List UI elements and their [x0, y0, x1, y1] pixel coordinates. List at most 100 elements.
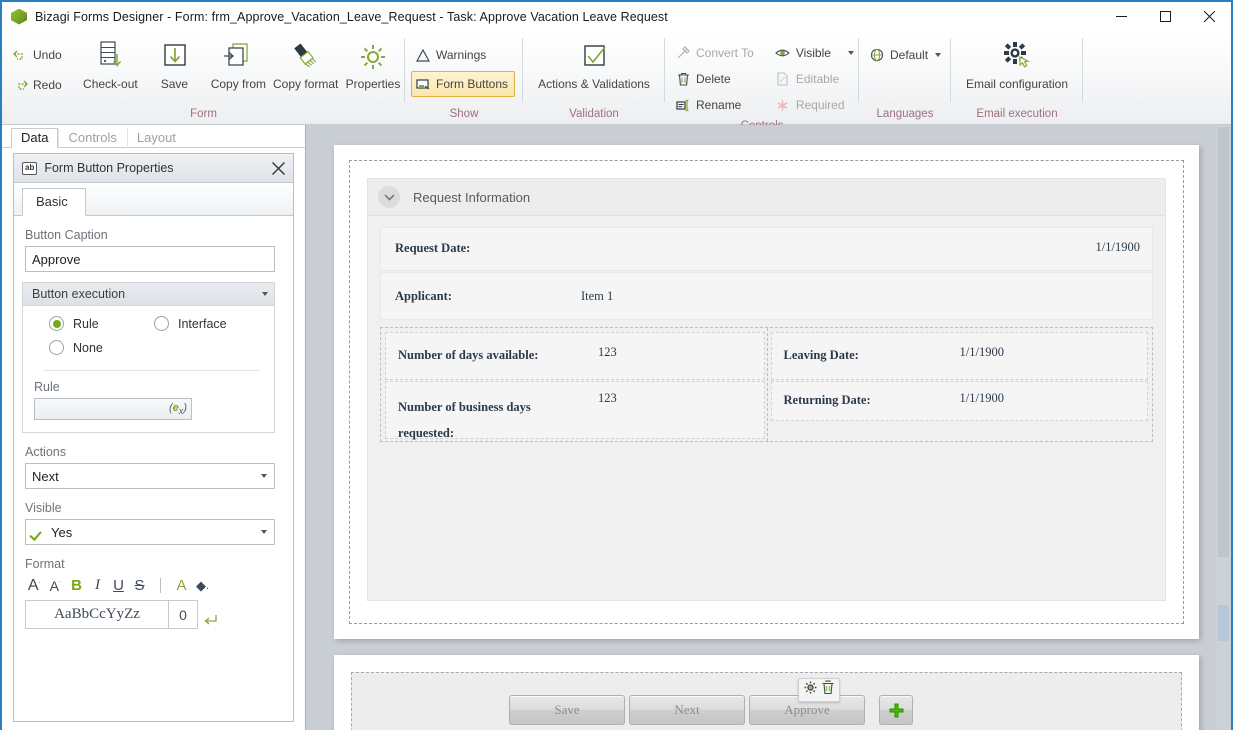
save-button[interactable]: Save [142, 36, 206, 91]
visible-button[interactable]: Visible [771, 40, 861, 66]
editable-button[interactable]: Editable [771, 66, 861, 92]
actions-dropdown-arrow-icon[interactable] [254, 474, 274, 478]
field-business-days[interactable]: Number of business days requested: 123 [385, 381, 765, 440]
copy-format-label: Copy format [273, 77, 339, 91]
globe-icon [869, 47, 885, 63]
button-execution-collapse-icon[interactable] [262, 292, 268, 296]
default-language-button[interactable]: Default [865, 42, 948, 68]
actions-select[interactable]: Next [25, 463, 275, 489]
strikethrough-icon[interactable]: S [130, 575, 149, 596]
visible-dropdown-arrow-icon-2[interactable] [254, 530, 274, 534]
warnings-button[interactable]: Warnings [411, 42, 515, 68]
visible-dropdown-arrow-icon[interactable] [847, 51, 854, 55]
pencil-page-icon [775, 71, 791, 87]
close-properties-icon[interactable] [267, 157, 289, 179]
delete-button[interactable]: Delete [671, 66, 761, 92]
field-days-available-label: Number of days available: [398, 348, 539, 362]
form-button-properties-panel: ab Form Button Properties Basic Button C… [13, 153, 294, 722]
canvas-vertical-scrollbar[interactable] [1216, 125, 1231, 730]
form-button-save[interactable]: Save [509, 695, 625, 725]
actions-value: Next [32, 468, 59, 484]
actions-validations-button[interactable]: Actions & Validations [532, 36, 656, 91]
visible-select-value: Yes [51, 524, 73, 540]
copy-from-button[interactable]: Copy from [206, 36, 270, 91]
increase-font-size-icon[interactable]: A ˙ [25, 575, 44, 596]
button-execution-label: Button execution [32, 287, 126, 301]
radio-none[interactable]: None [23, 340, 103, 355]
tab-data[interactable]: Data [11, 128, 59, 148]
properties-button[interactable]: Properties [341, 36, 405, 91]
button-execution-header[interactable]: Button execution [23, 283, 274, 306]
format-indent-value[interactable]: 0 [169, 600, 198, 629]
underline-icon[interactable]: U [109, 575, 128, 596]
maximize-button[interactable] [1143, 2, 1187, 31]
form-button-add[interactable] [879, 695, 913, 725]
ribbon-group-email-execution: Email configuration Email execution [951, 32, 1083, 124]
form-buttons-region[interactable]: Save Next Approve [351, 672, 1182, 730]
tab-controls[interactable]: Controls [58, 128, 126, 148]
form-button-next[interactable]: Next [629, 695, 745, 725]
section-title: Request Information [413, 189, 531, 205]
field-business-days-value: 123 [598, 391, 617, 405]
radio-interface-dot-icon [154, 316, 169, 331]
field-days-available[interactable]: Number of days available: 123 [385, 332, 765, 380]
tab-basic[interactable]: Basic [22, 188, 86, 216]
minimize-button[interactable] [1099, 2, 1143, 31]
execution-divider [43, 370, 260, 371]
main-body: Data Controls Layout ab Form Button Prop… [2, 125, 1231, 730]
visible-check-icon [32, 528, 45, 537]
warning-triangle-icon [415, 47, 431, 63]
form-dashed-region[interactable]: Request Information Request Date: 1/1/19… [349, 160, 1184, 624]
copy-format-button[interactable]: Copy format [270, 36, 341, 91]
tab-layout[interactable]: Layout [126, 128, 186, 148]
chevron-down-icon[interactable] [378, 186, 400, 208]
decrease-font-size-icon[interactable]: A ˙ [46, 575, 65, 596]
field-returning-date[interactable]: Returning Date: 1/1/1900 [770, 381, 1148, 421]
rename-button[interactable]: Rename [671, 92, 761, 118]
radio-rule[interactable]: Rule [23, 316, 154, 331]
asterisk-icon [775, 97, 791, 113]
italic-icon[interactable]: I [88, 575, 107, 596]
email-configuration-button[interactable]: Email configuration [960, 36, 1074, 91]
trash-icon-toolbar[interactable] [821, 680, 835, 700]
ribbon-group-validation: Actions & Validations Validation [523, 32, 665, 124]
button-caption-input[interactable]: Approve [25, 246, 275, 272]
highlight-color-icon[interactable]: ◆. [193, 575, 212, 596]
required-label: Required [795, 98, 845, 112]
bold-icon[interactable]: B [67, 575, 86, 596]
convert-to-button[interactable]: Convert To [671, 40, 761, 66]
two-column-region[interactable]: Number of days available: 123 Number of … [380, 327, 1153, 442]
ribbon-empty-space [1083, 32, 1231, 124]
check-out-button[interactable]: Check-out [78, 36, 142, 91]
field-request-date[interactable]: Request Date: 1/1/1900 [380, 227, 1153, 271]
field-applicant[interactable]: Applicant: Item 1 [380, 272, 1153, 320]
gear-icon[interactable] [803, 680, 818, 700]
save-label: Save [160, 77, 189, 91]
redo-button[interactable]: Redo [8, 72, 74, 98]
form-buttons-label: Form Buttons [436, 77, 509, 91]
form-card-main: Request Information Request Date: 1/1/19… [334, 145, 1199, 639]
field-request-date-label: Request Date: [395, 241, 471, 255]
form-buttons-button[interactable]: Form Buttons [411, 71, 516, 97]
close-button[interactable] [1187, 2, 1231, 31]
delete-label: Delete [696, 72, 731, 86]
scrollbar-thumb-secondary[interactable] [1218, 605, 1229, 641]
rule-input[interactable]: (ex) [34, 398, 192, 420]
execution-radio-group: Rule Interface None [23, 306, 274, 368]
font-color-icon[interactable]: A [172, 575, 191, 596]
actions-validations-label: Actions & Validations [538, 77, 650, 91]
button-execution-group: Button execution Rule Interface None Rul… [22, 282, 275, 433]
radio-interface[interactable]: Interface [154, 316, 227, 331]
expression-ex-icon[interactable]: (ex) [169, 402, 187, 416]
properties-title: Form Button Properties [44, 161, 174, 175]
field-leaving-date[interactable]: Leaving Date: 1/1/1900 [770, 332, 1148, 380]
required-button[interactable]: Required [771, 92, 861, 118]
scrollbar-thumb[interactable] [1218, 127, 1229, 557]
field-applicant-value: Item 1 [581, 289, 614, 303]
language-dropdown-arrow-icon[interactable] [935, 53, 942, 57]
visible-select[interactable]: Yes [25, 519, 275, 545]
section-header[interactable]: Request Information [368, 179, 1165, 216]
undo-button[interactable]: Undo [8, 42, 74, 68]
reset-format-icon[interactable] [198, 600, 222, 629]
field-business-days-label: Number of business days requested: [398, 400, 531, 440]
